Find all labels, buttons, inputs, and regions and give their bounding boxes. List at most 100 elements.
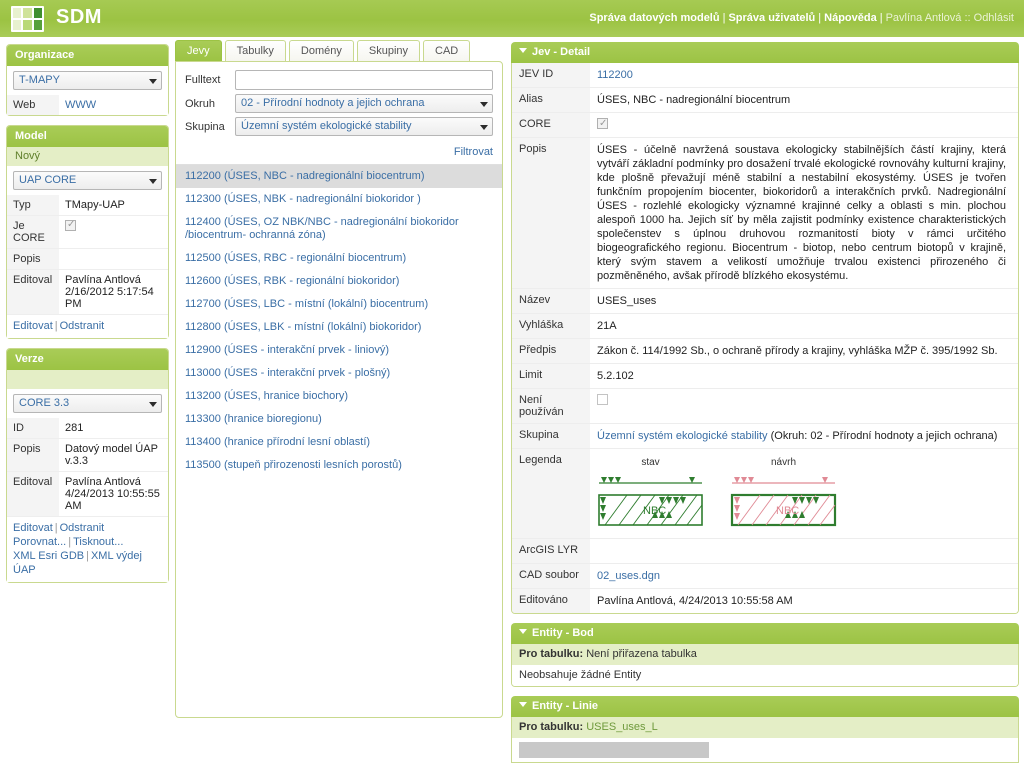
entity-linie-table xyxy=(512,738,1018,762)
svg-text:NBC: NBC xyxy=(643,505,666,517)
table-row: Vyhláška 21A xyxy=(512,313,1018,339)
organizace-select[interactable]: T-MAPY xyxy=(13,71,162,90)
caret-down-icon[interactable] xyxy=(519,48,527,53)
nav-sprava-uzivatelu[interactable]: Správa uživatelů xyxy=(728,12,815,24)
model-jecore-value xyxy=(59,215,168,249)
table-row: CAD soubor 02_uses.dgn xyxy=(512,563,1018,589)
user-logout-label[interactable]: Pavlína Antlová :: Odhlásit xyxy=(886,12,1014,24)
list-item[interactable]: 112800 (ÚSES, LBK - místní (lokální) bio… xyxy=(176,316,502,339)
filter-okruh-row: Okruh 02 - Přírodní hodnoty a jejich och… xyxy=(185,94,493,113)
filter-submit-link[interactable]: Filtrovat xyxy=(454,146,493,158)
panel-jev-detail-header[interactable]: Jev - Detail xyxy=(511,42,1019,63)
nav-separator: | xyxy=(818,12,822,24)
organizace-select-wrap: T-MAPY xyxy=(7,66,168,95)
table-row: Legenda stav NBC návrh NBC xyxy=(512,448,1018,539)
jev-id-link[interactable]: 112200 xyxy=(597,69,633,81)
skupina-value: Územní systém ekologické stability (Okru… xyxy=(590,423,1018,449)
nav-separator: | xyxy=(879,12,883,24)
panel-entity-bod-title: Entity - Bod xyxy=(532,627,594,639)
list-item[interactable]: 112900 (ÚSES - interakční prvek - liniov… xyxy=(176,339,502,362)
entity-linie-table-info: Pro tabulku: USES_uses_L xyxy=(512,717,1018,738)
verze-print-link[interactable]: Tisknout... xyxy=(73,536,123,548)
top-navigation: Správa datových modelů | Správa uživatelů |… xyxy=(589,12,1014,24)
entity-linie-table-label: Pro tabulku: xyxy=(519,721,584,733)
app-header: SDM Správa datových modelů | Správa uživat… xyxy=(0,0,1024,38)
list-item[interactable]: 112700 (ÚSES, LBC - místní (lokální) bio… xyxy=(176,293,502,316)
editovano-value: Pavlína Antlová, 4/24/2013 10:55:58 AM xyxy=(590,588,1018,613)
entity-linie-table-value[interactable]: USES_uses_L xyxy=(586,721,658,733)
chevron-down-icon xyxy=(149,402,157,407)
panel-entity-bod-header[interactable]: Entity - Bod xyxy=(511,623,1019,644)
table-row: ID 281 xyxy=(7,418,168,439)
list-item[interactable]: 113000 (ÚSES - interakční prvek - plošný… xyxy=(176,362,502,385)
caret-down-icon[interactable] xyxy=(519,702,527,707)
organizace-web-link[interactable]: WWW xyxy=(65,99,96,111)
list-item[interactable]: 112300 (ÚSES, NBK - nadregionální biokor… xyxy=(176,188,502,211)
detail-column: Jev - Detail JEV ID 112200 Alias ÚSES, N… xyxy=(511,42,1019,763)
legend-caption-navrh: návrh xyxy=(770,457,796,468)
cad-soubor-link[interactable]: 02_uses.dgn xyxy=(597,570,660,582)
verze-popis-value: Datový model ÚAP v.3.3 xyxy=(59,438,168,472)
model-new-link[interactable]: Nový xyxy=(15,150,40,162)
verze-xml-esri-link[interactable]: XML Esri GDB xyxy=(13,550,84,562)
alias-value: ÚSES, NBC - nadregionální biocentrum xyxy=(590,87,1018,113)
core-value xyxy=(590,112,1018,138)
tab-domeny[interactable]: Domény xyxy=(288,40,354,61)
list-item[interactable]: 112500 (ÚSES, RBC - regionální biocentru… xyxy=(176,247,502,270)
entity-bod-body: Pro tabulku: Není přiřazena tabulka Neob… xyxy=(511,644,1019,687)
panel-verze-title: Verze xyxy=(7,349,168,370)
left-sidebar: Organizace T-MAPY Web WWW Model Nový UAP… xyxy=(6,44,169,583)
verze-subbar xyxy=(7,370,168,389)
verze-actions-line-3: XML Esri GDB | XML výdej ÚAP xyxy=(13,550,142,576)
filter-skupina-row: Skupina Územní systém ekologické stabili… xyxy=(185,117,493,136)
model-popis-label: Popis xyxy=(7,248,59,270)
jevy-list: 112200 (ÚSES, NBC - nadregionální biocen… xyxy=(176,164,502,477)
list-item[interactable]: 112600 (ÚSES, RBK - regionální biokorido… xyxy=(176,270,502,293)
verze-compare-link[interactable]: Porovnat... xyxy=(13,536,66,548)
panel-jev-detail: Jev - Detail JEV ID 112200 Alias ÚSES, N… xyxy=(511,42,1019,614)
svg-text:NBC: NBC xyxy=(776,505,799,517)
filter-skupina-select-wrap: Územní systém ekologické stability xyxy=(235,117,493,136)
panel-entity-linie-header[interactable]: Entity - Linie xyxy=(511,696,1019,717)
model-edit-link[interactable]: Editovat xyxy=(13,320,53,332)
panel-entity-bod: Entity - Bod Pro tabulku: Není přiřazena… xyxy=(511,623,1019,687)
nav-napoveda[interactable]: Nápověda xyxy=(824,12,877,24)
nav-sprava-datovych-modelu[interactable]: Správa datových modelů xyxy=(589,12,719,24)
chevron-down-icon xyxy=(480,102,488,107)
verze-select[interactable]: CORE 3.3 xyxy=(13,394,162,413)
panel-verze: Verze CORE 3.3 ID 281 Popis Datový model… xyxy=(6,348,169,583)
table-row: Editoval Pavlína Antlová 4/24/2013 10:55… xyxy=(7,471,168,516)
list-item[interactable]: 113300 (hranice bioregionu) xyxy=(176,408,502,431)
model-select-wrap: UAP CORE xyxy=(7,166,168,195)
model-delete-link[interactable]: Odstranit xyxy=(60,320,105,332)
organizace-web-value: WWW xyxy=(59,95,168,115)
tab-tabulky[interactable]: Tabulky xyxy=(224,40,286,61)
list-item[interactable]: 112400 (ÚSES, OZ NBK/NBC - nadregionální… xyxy=(176,211,502,247)
list-item[interactable]: 113200 (ÚSES, hranice biochory) xyxy=(176,385,502,408)
tab-cad[interactable]: CAD xyxy=(423,40,471,61)
verze-editoval-value: Pavlína Antlová 4/24/2013 10:55:55 AM xyxy=(59,471,168,516)
verze-delete-link[interactable]: Odstranit xyxy=(60,522,105,534)
table-row: JEV ID 112200 xyxy=(512,63,1018,88)
verze-edit-link[interactable]: Editovat xyxy=(13,522,53,534)
filter-okruh-value: 02 - Přírodní hodnoty a jejich ochrana xyxy=(241,97,425,109)
list-item[interactable]: 113400 (hranice přírodní lesní oblastí) xyxy=(176,431,502,454)
model-select[interactable]: UAP CORE xyxy=(13,171,162,190)
panel-entity-linie-title: Entity - Linie xyxy=(532,700,598,712)
table-row: Editoval Pavlína Antlová 2/16/2012 5:17:… xyxy=(7,269,168,314)
list-item[interactable]: 112200 (ÚSES, NBC - nadregionální biocen… xyxy=(176,165,502,188)
skupina-link[interactable]: Územní systém ekologické stability xyxy=(597,430,768,442)
search-input[interactable] xyxy=(235,70,493,90)
tab-jevy[interactable]: Jevy xyxy=(175,40,222,61)
predpis-value: Zákon č. 114/1992 Sb., o ochraně přírody… xyxy=(590,338,1018,364)
filter-skupina-select[interactable]: Územní systém ekologické stability xyxy=(235,117,493,136)
filter-okruh-select[interactable]: 02 - Přírodní hodnoty a jejich ochrana xyxy=(235,94,493,113)
tab-skupiny[interactable]: Skupiny xyxy=(356,40,421,61)
list-item[interactable]: 113500 (stupeň přirozenosti lesních poro… xyxy=(176,454,502,477)
cad-soubor-label: CAD soubor xyxy=(512,563,590,589)
skupina-label: Skupina xyxy=(512,423,590,449)
legend-graphics: stav NBC návrh NBC xyxy=(597,454,1011,533)
filter-form: Fulltext Okruh 02 - Přírodní hodnoty a j… xyxy=(176,62,502,144)
nazev-value: USES_uses xyxy=(590,288,1018,314)
caret-down-icon[interactable] xyxy=(519,629,527,634)
